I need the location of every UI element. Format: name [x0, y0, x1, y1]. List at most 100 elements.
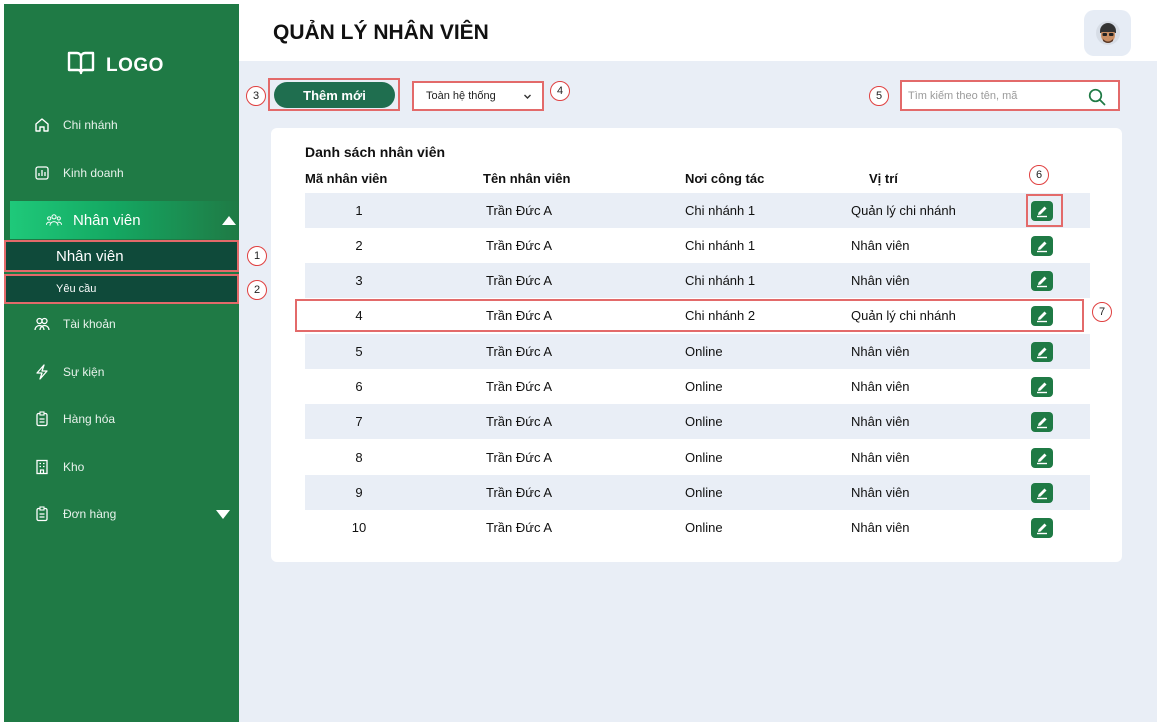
annotation-marker: 5 — [869, 86, 889, 106]
table-cell: Chi nhánh 2 — [685, 308, 756, 323]
table-row: 1 Trần Đức A Chi nhánh 1 Quản lý chi nhánh — [305, 193, 1090, 228]
edit-button[interactable] — [1031, 271, 1053, 291]
table-cell: Trần Đức A — [486, 238, 553, 253]
table-cell: Trần Đức A — [486, 379, 553, 394]
sidebar-item-chi-nhanh[interactable]: Chi nhánh — [4, 110, 239, 140]
sidebar-subitem-label: Nhân viên — [56, 247, 124, 265]
search-box[interactable] — [900, 80, 1120, 111]
sidebar-item-don-hang[interactable]: Đơn hàng — [4, 499, 239, 529]
table-cell: Online — [685, 379, 723, 394]
table-cell: Nhân viên — [851, 238, 910, 253]
building-icon — [34, 459, 50, 475]
column-header: Tên nhân viên — [483, 171, 571, 186]
table-cell: Chi nhánh 1 — [685, 203, 756, 218]
sidebar-item-su-kien[interactable]: Sự kiện — [4, 357, 239, 387]
table-cell: Nhân viên — [851, 273, 910, 288]
add-new-button[interactable]: Thêm mới — [274, 82, 395, 108]
search-icon[interactable] — [1088, 88, 1106, 111]
table-cell: Quản lý chi nhánh — [851, 203, 956, 218]
edit-button[interactable] — [1031, 201, 1053, 221]
table-row: 5 Trần Đức A Online Nhân viên — [305, 334, 1090, 369]
sidebar-item-hang-hoa[interactable]: Hàng hóa — [4, 404, 239, 434]
sidebar-subitem-nhan-vien[interactable]: Nhân viên — [4, 240, 239, 272]
sidebar: LOGO Chi nhánh Kinh doanh Nhân viên Tài … — [4, 4, 239, 722]
sidebar-item-label: Chi nhánh — [63, 118, 118, 132]
annotation-marker: 7 — [1092, 302, 1112, 322]
edit-button[interactable] — [1031, 518, 1053, 538]
table-cell: Online — [685, 520, 723, 535]
clipboard-icon — [34, 411, 50, 427]
sidebar-item-kinh-doanh[interactable]: Kinh doanh — [4, 158, 239, 188]
sidebar-item-tai-khoan[interactable]: Tài khoản — [4, 309, 239, 339]
annotation-marker: 4 — [550, 81, 570, 101]
table-cell: Online — [685, 450, 723, 465]
table-row: 8 Trần Đức A Online Nhân viên — [305, 440, 1090, 475]
table-cell: 3 — [355, 273, 363, 288]
annotation-marker: 6 — [1029, 165, 1049, 185]
pencil-icon — [1037, 241, 1047, 253]
sidebar-item-label: Sự kiện — [63, 365, 105, 379]
sidebar-item-kho[interactable]: Kho — [4, 452, 239, 482]
table-cell: Trần Đức A — [486, 203, 553, 218]
table-cell: Trần Đức A — [486, 414, 553, 429]
column-header: Nơi công tác — [685, 171, 765, 186]
table-cell: Nhân viên — [851, 344, 910, 359]
column-header: Mã nhân viên — [305, 171, 388, 186]
table-cell: 4 — [355, 308, 363, 323]
edit-button[interactable] — [1031, 377, 1053, 397]
table-cell: 7 — [355, 414, 363, 429]
pencil-icon — [1037, 417, 1047, 429]
table-cell: 9 — [355, 485, 363, 500]
table-cell: 6 — [355, 379, 363, 394]
table-cell: Nhân viên — [851, 520, 910, 535]
logo[interactable]: LOGO — [66, 50, 164, 81]
pencil-icon — [1037, 453, 1047, 465]
edit-button[interactable] — [1031, 412, 1053, 432]
edit-button[interactable] — [1031, 236, 1053, 256]
book-icon — [66, 50, 96, 81]
sidebar-item-nhan-vien[interactable]: Nhân viên — [10, 201, 239, 239]
caret-up-icon[interactable] — [222, 215, 236, 225]
table-row: 2 Trần Đức A Chi nhánh 1 Nhân viên — [305, 228, 1090, 263]
bolt-icon — [34, 364, 50, 380]
table-cell: 2 — [355, 238, 363, 253]
annotation-marker: 3 — [246, 86, 266, 106]
sidebar-item-label: Hàng hóa — [63, 412, 116, 426]
topbar: QUẢN LÝ NHÂN VIÊN — [239, 4, 1157, 61]
pencil-icon — [1037, 488, 1047, 500]
sidebar-item-label: Nhân viên — [73, 211, 141, 229]
table-cell: 5 — [355, 344, 363, 359]
edit-button[interactable] — [1031, 483, 1053, 503]
edit-button[interactable] — [1031, 448, 1053, 468]
sidebar-item-label: Tài khoản — [63, 317, 116, 331]
pencil-icon — [1037, 382, 1047, 394]
table-title: Danh sách nhân viên — [305, 144, 446, 160]
table-cell: Trần Đức A — [486, 485, 553, 500]
table-row: 4 Trần Đức A Chi nhánh 2 Quản lý chi nhánh — [305, 298, 1090, 333]
user-group-icon — [34, 316, 50, 332]
sidebar-subitem-yeu-cau[interactable]: Yêu cầu — [4, 274, 239, 304]
sidebar-item-label: Kinh doanh — [63, 166, 124, 180]
table-row: 10 Trần Đức A Online Nhân viên — [305, 510, 1090, 545]
scope-select-value: Toàn hệ thống — [426, 90, 496, 102]
table-cell: Chi nhánh 1 — [685, 273, 756, 288]
search-input[interactable] — [908, 89, 1078, 102]
table-row: 9 Trần Đức A Online Nhân viên — [305, 475, 1090, 510]
annotation-marker: 1 — [247, 246, 267, 266]
chart-icon — [34, 165, 50, 181]
avatar[interactable] — [1084, 10, 1131, 56]
table-cell: Nhân viên — [851, 379, 910, 394]
pencil-icon — [1037, 523, 1047, 535]
annotation-marker: 2 — [247, 280, 267, 300]
table-cell: Online — [685, 485, 723, 500]
scope-select[interactable]: Toàn hệ thống — [412, 81, 544, 111]
table-cell: Trần Đức A — [486, 520, 553, 535]
caret-down-icon[interactable] — [216, 509, 230, 519]
table-cell: Nhân viên — [851, 414, 910, 429]
table-cell: Trần Đức A — [486, 450, 553, 465]
table-cell: 8 — [355, 450, 363, 465]
edit-button[interactable] — [1031, 306, 1053, 326]
table-cell: Trần Đức A — [486, 273, 553, 288]
edit-button[interactable] — [1031, 342, 1053, 362]
pencil-icon — [1037, 206, 1047, 218]
